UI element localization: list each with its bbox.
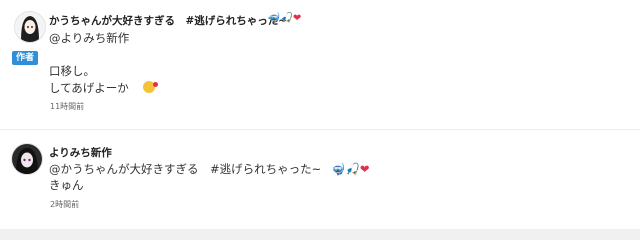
comment-timestamp: 2時間前 <box>50 200 80 209</box>
face-blowing-kiss-icon <box>142 81 158 93</box>
anime-girl-avatar-icon <box>15 12 45 42</box>
avatar[interactable] <box>11 143 43 175</box>
comment-author-name[interactable]: かうちゃんが大好きすぎる #逃げられちゃった~ <box>49 13 287 28</box>
comment-text-line: きゅん <box>49 178 84 192</box>
diving-mask-fishing-icon: 🤿🎣 <box>331 162 360 176</box>
author-badge: 作者 <box>12 51 38 65</box>
comment-item: 作者 かうちゃんが大好きすぎる #逃げられちゃった~ 🤿🎣❤ @よりみち新作 口… <box>0 0 640 130</box>
comment-text-line: 口移し。 <box>49 64 95 78</box>
comment-item: よりみち新作 @かうちゃんが大好きすぎる #逃げられちゃった~ 🤿🎣❤ きゅん 2… <box>0 131 640 229</box>
diving-mask-fishing-icon: 🤿🎣 <box>268 13 293 24</box>
avatar[interactable] <box>14 11 46 43</box>
mention-text[interactable]: @かうちゃんが大好きすぎる #逃げられちゃった~ <box>49 162 321 176</box>
mention-text[interactable]: @よりみち新作 <box>49 31 129 45</box>
mention-link[interactable]: @よりみち新作 <box>49 30 129 46</box>
comment-author-name[interactable]: よりみち新作 <box>49 145 112 160</box>
comment-text-line: してあげよーか <box>49 80 158 96</box>
heart-icon: ❤ <box>359 162 370 176</box>
mention-link[interactable]: @かうちゃんが大好きすぎる #逃げられちゃった~ 🤿🎣❤ <box>49 161 370 177</box>
name-emojis: 🤿🎣❤ <box>268 13 301 24</box>
comment-text: してあげよーか <box>49 81 129 95</box>
comment-timestamp: 11時間前 <box>50 102 85 111</box>
comment-list: 作者 かうちゃんが大好きすぎる #逃げられちゃった~ 🤿🎣❤ @よりみち新作 口… <box>0 0 640 240</box>
heart-icon: ❤ <box>292 13 302 24</box>
section-divider <box>0 229 640 240</box>
dark-haired-character-avatar-icon <box>12 144 42 174</box>
